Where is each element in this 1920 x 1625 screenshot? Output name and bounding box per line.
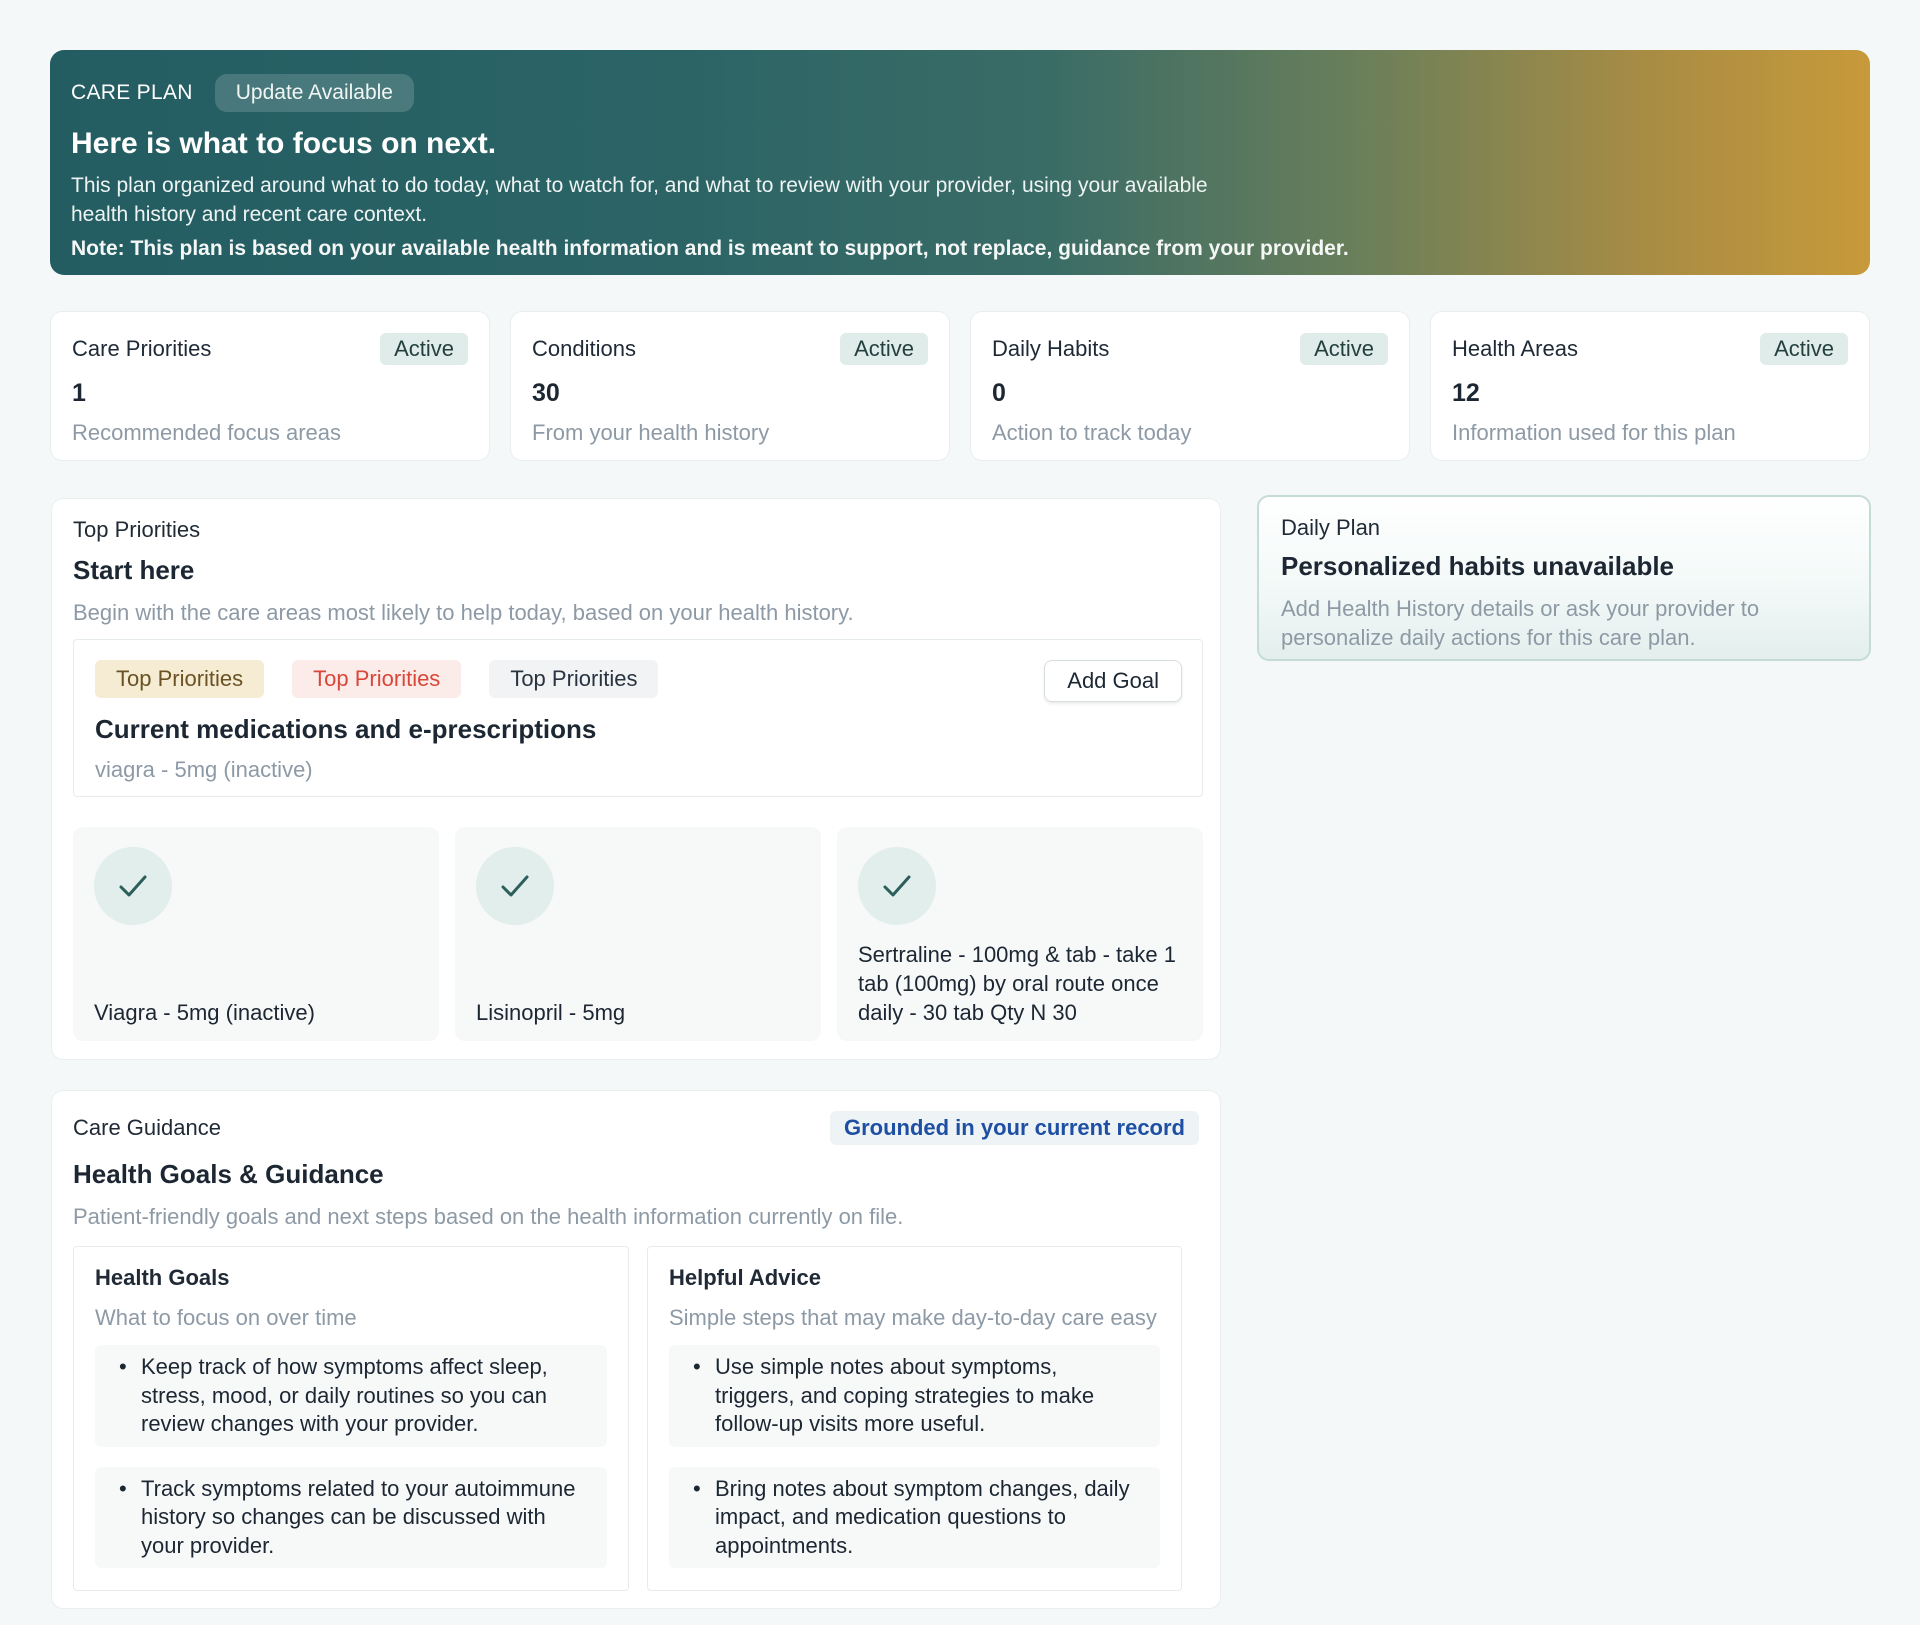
panel-title: Health Goals & Guidance (73, 1159, 384, 1189)
panel-kicker: Top Priorities (73, 517, 201, 542)
medications-summary: Top Priorities Top Priorities Top Priori… (73, 639, 1203, 797)
column-title: Helpful Advice (669, 1265, 821, 1290)
check-icon (94, 847, 172, 925)
hero-description: This plan organized around what to do to… (71, 174, 1208, 226)
stat-title: Care Priorities (72, 336, 212, 361)
panel-kicker: Daily Plan (1281, 515, 1381, 540)
priority-chip[interactable]: Top Priorities (292, 660, 462, 698)
list-item: • Bring notes about symptom changes, dail… (669, 1466, 1160, 1568)
priority-chip[interactable]: Top Priorities (95, 660, 265, 698)
column-title: Health Goals (95, 1265, 230, 1290)
list-item: • Track symptoms related to your autoimmu… (95, 1466, 607, 1568)
stat-value: 1 (72, 379, 86, 407)
stat-title: Conditions (532, 336, 636, 361)
medication-cards: Viagra - 5mg (inactive) Lisinopril - 5mg… (73, 827, 1203, 1041)
medications-title: Current medications and e-prescriptions (95, 714, 597, 744)
care-plan-hero: CARE PLAN Update Available Here is what … (50, 50, 1870, 275)
grounded-badge: Grounded in your current record (829, 1111, 1199, 1145)
add-goal-button[interactable]: Add Goal (1044, 660, 1182, 702)
helpful-advice-list: • Use simple notes about symptoms, trigge… (669, 1345, 1160, 1568)
care-plan-page: CARE PLAN Update Available Here is what … (0, 0, 1920, 1625)
column-subtitle: Simple steps that may make day-to-day ca… (669, 1305, 1157, 1330)
panel-title: Personalized habits unavailable (1281, 551, 1675, 581)
health-goals-column: Health Goals What to focus on over time … (73, 1246, 629, 1591)
health-goals-list: • Keep track of how symptoms affect sleep… (95, 1345, 607, 1568)
stat-card-conditions: Conditions Active 30 From your health hi… (510, 311, 950, 461)
list-item: • Keep track of how symptoms affect sleep… (95, 1345, 607, 1447)
update-available-badge[interactable]: Update Available (214, 74, 414, 112)
bullet-icon: • (119, 1475, 127, 1501)
panel-subtitle: Patient-friendly goals and next steps ba… (73, 1204, 904, 1229)
list-item-text: Bring notes about symptom changes, daily… (715, 1475, 1130, 1558)
medication-card[interactable]: Sertraline - 100mg & tab - take 1 tab (1… (837, 827, 1203, 1041)
status-badge: Active (1760, 333, 1848, 365)
bullet-icon: • (119, 1354, 127, 1379)
helpful-advice-column: Helpful Advice Simple steps that may mak… (647, 1246, 1182, 1591)
hero-label: CARE PLAN (71, 81, 193, 104)
daily-plan-card: Daily Plan Personalized habits unavailab… (1257, 495, 1871, 661)
bullet-icon: • (693, 1475, 701, 1501)
medication-card[interactable]: Viagra - 5mg (inactive) (73, 827, 439, 1041)
stat-subtitle: Recommended focus areas (72, 420, 342, 445)
hero-title: Here is what to focus on next. (71, 127, 497, 160)
status-badge: Active (1300, 333, 1388, 365)
list-item-text: Track symptoms related to your autoimmun… (141, 1475, 576, 1558)
stat-title: Daily Habits (992, 336, 1110, 361)
stat-subtitle: Action to track today (992, 420, 1192, 445)
status-badge: Active (380, 333, 468, 365)
stat-card-health-areas: Health Areas Active 12 Information used … (1430, 311, 1870, 461)
panel-title: Start here (73, 555, 195, 585)
stat-subtitle: From your health history (532, 420, 770, 445)
list-item: • Use simple notes about symptoms, trigge… (669, 1345, 1160, 1447)
stat-card-daily-habits: Daily Habits Active 0 Action to track to… (970, 311, 1410, 461)
stat-value: 12 (1452, 379, 1480, 407)
medication-card[interactable]: Lisinopril - 5mg (455, 827, 821, 1041)
panel-kicker: Care Guidance (73, 1115, 221, 1140)
check-icon (476, 847, 554, 925)
medication-name: Lisinopril - 5mg (476, 1000, 626, 1025)
stat-value: 0 (992, 379, 1006, 407)
medication-name: Viagra - 5mg (inactive) (94, 1000, 315, 1025)
hero-note: Note: This plan is based on your availab… (71, 237, 1349, 260)
priority-chip[interactable]: Top Priorities (489, 660, 659, 698)
care-guidance-panel: Care Guidance Grounded in your current r… (51, 1090, 1221, 1609)
list-item-text: Use simple notes about symptoms, trigger… (715, 1354, 1095, 1436)
medication-name: Sertraline - 100mg & tab - take 1 tab (1… (858, 942, 1176, 1025)
hero-header: CARE PLAN Update Available (71, 74, 1849, 112)
panel-subtitle: Begin with the care areas most likely to… (73, 600, 854, 625)
top-priorities-panel: Top Priorities Start here Begin with the… (51, 498, 1221, 1060)
status-badge: Active (840, 333, 928, 365)
panel-subtitle: Add Health History details or ask your p… (1281, 596, 1760, 650)
stat-subtitle: Information used for this plan (1452, 420, 1736, 445)
priority-chips: Top Priorities Top Priorities Top Priori… (95, 660, 1181, 698)
medications-subtitle: viagra - 5mg (inactive) (95, 757, 313, 782)
stat-title: Health Areas (1452, 336, 1578, 361)
list-item-text: Keep track of how symptoms affect sleep,… (141, 1354, 548, 1436)
stat-card-care-priorities: Care Priorities Active 1 Recommended foc… (50, 311, 490, 461)
check-icon (858, 847, 936, 925)
column-subtitle: What to focus on over time (95, 1305, 357, 1330)
bullet-icon: • (693, 1354, 701, 1379)
stat-value: 30 (532, 379, 560, 407)
